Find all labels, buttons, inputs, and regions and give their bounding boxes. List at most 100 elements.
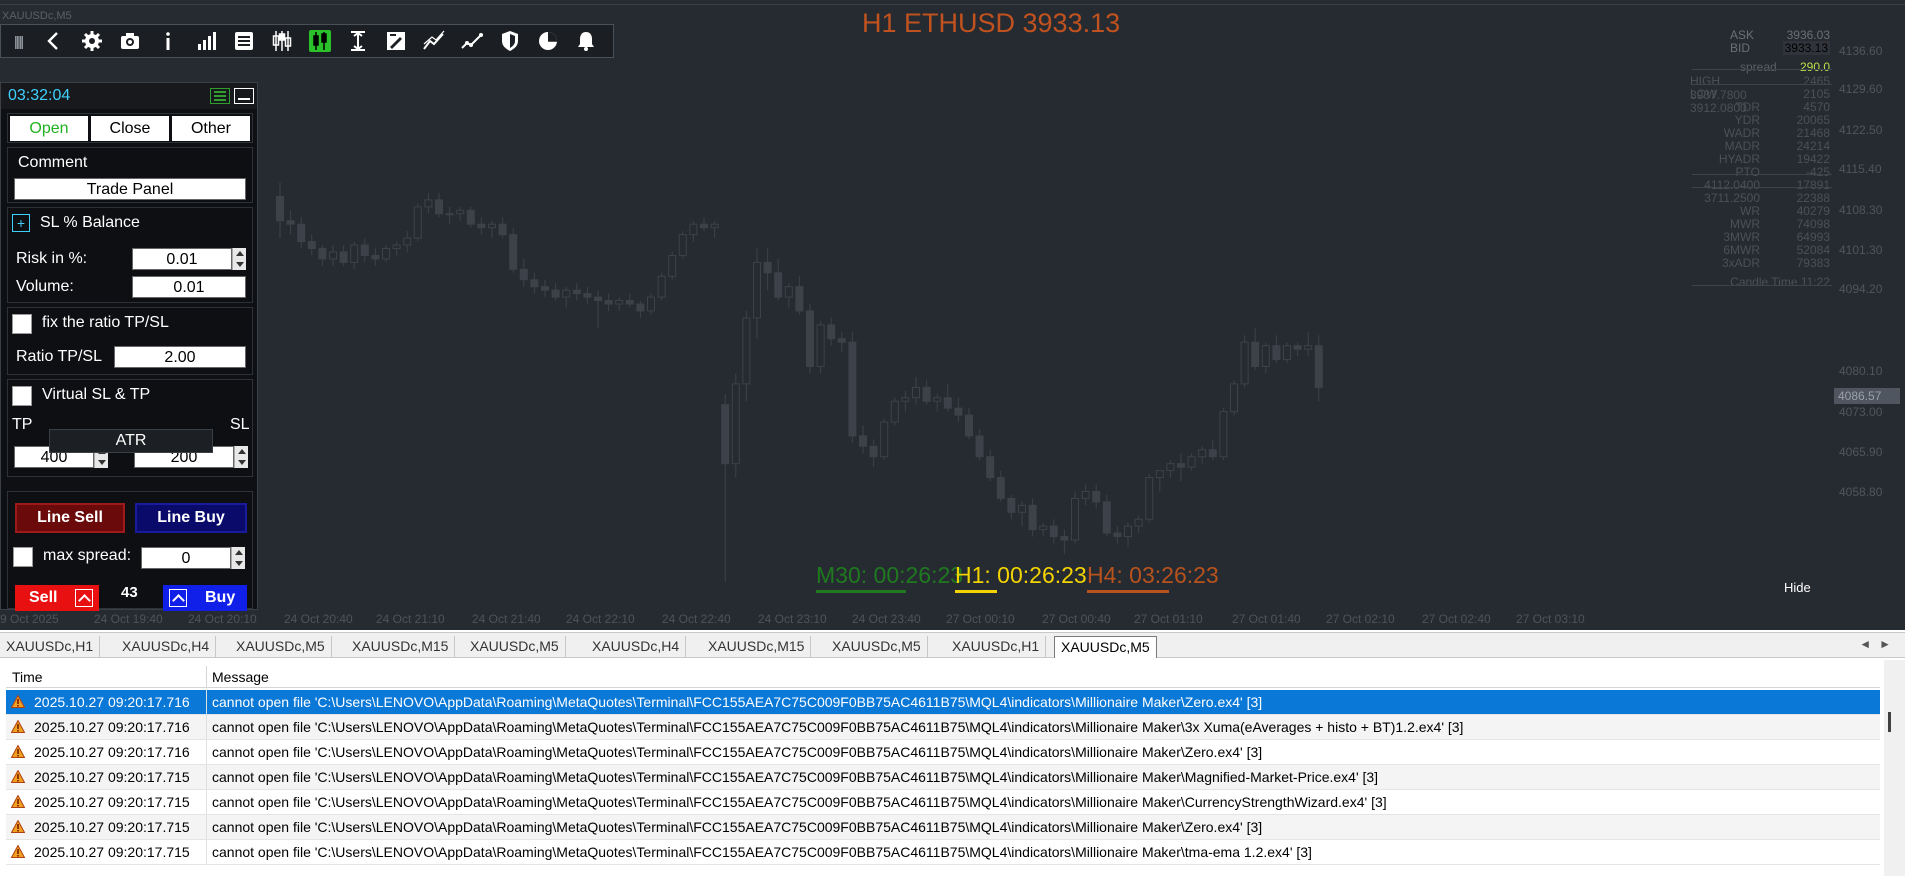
- candle: [1102, 494, 1111, 537]
- candle: [1060, 529, 1069, 554]
- candle: [1230, 380, 1238, 416]
- candle: [1314, 335, 1323, 402]
- bell-icon[interactable]: [567, 25, 605, 57]
- price-tick-label: 4101.30: [1839, 243, 1883, 257]
- max-spread-stepper[interactable]: [231, 547, 245, 569]
- uta-stat-label: MADR: [1724, 139, 1760, 153]
- menu-icon[interactable]: [210, 88, 230, 104]
- chart-tab[interactable]: XAUUSDc,M5: [826, 636, 928, 658]
- fix-ratio-checkbox[interactable]: [12, 314, 32, 334]
- candle: [986, 449, 995, 482]
- journal-message: cannot open file 'C:\Users\LENOVO\AppDat…: [212, 794, 1387, 810]
- hide-button[interactable]: Hide: [1784, 580, 1811, 595]
- journal-scrollbar[interactable]: [1884, 660, 1905, 876]
- minimize-icon[interactable]: [234, 88, 254, 104]
- uta-stat-label: HYADR: [1718, 152, 1760, 166]
- virtual-sltp-checkbox[interactable]: [12, 386, 32, 406]
- time-tick-label: 27 Oct 02:10: [1326, 612, 1395, 626]
- comment-input[interactable]: Trade Panel: [14, 178, 246, 200]
- risk-stepper[interactable]: [232, 248, 246, 270]
- tab-open[interactable]: Open: [10, 116, 88, 141]
- settings-icon[interactable]: [73, 25, 111, 57]
- ratio-input[interactable]: 2.00: [114, 346, 246, 368]
- bar-chart-icon[interactable]: [187, 25, 225, 57]
- journal-row[interactable]: 2025.10.27 09:20:17.715 cannot open file …: [6, 815, 1880, 840]
- candlestick-plot[interactable]: [0, 0, 1905, 630]
- buy-button[interactable]: Buy: [163, 585, 247, 611]
- range-icon[interactable]: [339, 25, 377, 57]
- uta-stat-value: 79383: [1796, 256, 1830, 270]
- volume-input[interactable]: 0.01: [132, 276, 246, 298]
- trend-up-icon[interactable]: [415, 25, 453, 57]
- candle: [943, 383, 952, 412]
- journal-row[interactable]: 2025.10.27 09:20:17.715 cannot open file …: [6, 840, 1880, 865]
- uta-stat-value: -425: [1805, 165, 1830, 179]
- tab-other[interactable]: Other: [172, 116, 250, 141]
- uta-stat-value: 74098: [1796, 217, 1830, 231]
- line-sell-button[interactable]: Line Sell: [15, 503, 125, 533]
- window-caption: XAUUSDc,M5: [2, 10, 72, 22]
- sell-button[interactable]: Sell: [15, 585, 99, 611]
- trend-line-icon[interactable]: [453, 25, 491, 57]
- green-trade-icon[interactable]: [301, 25, 339, 57]
- list-icon[interactable]: [225, 25, 263, 57]
- chart-tab[interactable]: XAUUSDc,H4: [116, 636, 217, 658]
- chart-tab[interactable]: XAUUSDc,M5: [230, 636, 332, 658]
- atr-button[interactable]: ATR: [49, 429, 213, 453]
- candle: [1155, 470, 1164, 492]
- candle: [880, 418, 889, 461]
- candle-time: Candle Time 11:22: [1690, 275, 1830, 291]
- uta-stat-row: MWR 74098: [1690, 217, 1830, 231]
- candles-icon[interactable]: [263, 25, 301, 57]
- journal-row[interactable]: 2025.10.27 09:20:17.715 cannot open file …: [6, 765, 1880, 790]
- trade-panel: 03:32:04 Open Close Other Comment Trade …: [0, 82, 258, 611]
- uta-stat-value: 40279: [1796, 204, 1830, 218]
- journal-row[interactable]: 2025.10.27 09:20:17.716 cannot open file …: [6, 715, 1880, 740]
- chart-tab[interactable]: XAUUSDc,H1: [0, 636, 101, 658]
- price-chart[interactable]: XAUUSDc,M5 H1 ETHUSD 3933.13 4136.60 4129…: [0, 0, 1905, 630]
- price-tick-label: 4108.30: [1839, 203, 1883, 217]
- back-icon[interactable]: [35, 25, 73, 57]
- journal-message: cannot open file 'C:\Users\LENOVO\AppDat…: [212, 719, 1464, 735]
- shield-icon[interactable]: [491, 25, 529, 57]
- candle: [700, 217, 708, 232]
- chart-tab[interactable]: XAUUSDc,M5: [1054, 636, 1157, 658]
- sl-stepper[interactable]: [234, 446, 248, 468]
- candle: [848, 331, 857, 443]
- edit-icon[interactable]: [377, 25, 415, 57]
- risk-input[interactable]: 0.01: [132, 248, 232, 270]
- line-buy-button[interactable]: Line Buy: [135, 503, 247, 533]
- uta-stat-value: 21468: [1796, 126, 1830, 140]
- scroll-thumb[interactable]: [1888, 712, 1891, 732]
- sell-label: Sell: [29, 589, 58, 606]
- candle: [625, 293, 634, 308]
- journal-row[interactable]: 2025.10.27 09:20:17.716 cannot open file …: [6, 690, 1880, 715]
- max-spread-input[interactable]: 0: [141, 547, 231, 569]
- chart-tab[interactable]: XAUUSDc,H1: [946, 636, 1047, 658]
- uta-stat-label: 3MWR: [1723, 230, 1760, 244]
- chart-tab[interactable]: XAUUSDc,M15: [346, 636, 456, 658]
- col-time-header[interactable]: Time: [12, 669, 43, 685]
- journal-row[interactable]: 2025.10.27 09:20:17.716 cannot open file …: [6, 740, 1880, 765]
- candle: [530, 272, 539, 294]
- max-spread-checkbox[interactable]: [13, 547, 33, 567]
- info-icon[interactable]: [149, 25, 187, 57]
- toolbar-grip[interactable]: |||||: [1, 25, 35, 57]
- current-price-label: 4086.57: [1834, 388, 1900, 404]
- journal-row[interactable]: 2025.10.27 09:20:17.715 cannot open file …: [6, 790, 1880, 815]
- tab-close[interactable]: Close: [91, 116, 169, 141]
- chart-tab[interactable]: XAUUSDc,H4: [586, 636, 687, 658]
- plus-icon[interactable]: +: [12, 214, 30, 232]
- uta-stat-row: PTO -425: [1690, 165, 1830, 179]
- col-message-header[interactable]: Message: [212, 669, 269, 685]
- time-tick-label: 24 Oct 23:10: [758, 612, 827, 626]
- journal-header: Time Message: [6, 666, 1880, 688]
- camera-icon[interactable]: [111, 25, 149, 57]
- pie-chart-icon[interactable]: [529, 25, 567, 57]
- chart-tab[interactable]: XAUUSDc,M15: [702, 636, 812, 658]
- tab-scroll-arrows[interactable]: ◄►: [1859, 637, 1899, 651]
- column-separator: [206, 715, 207, 739]
- uta-stat-row: 3711.2500 22388: [1690, 191, 1830, 205]
- chart-tab[interactable]: XAUUSDc,M5: [464, 636, 566, 658]
- panel-header[interactable]: 03:32:04: [1, 83, 257, 109]
